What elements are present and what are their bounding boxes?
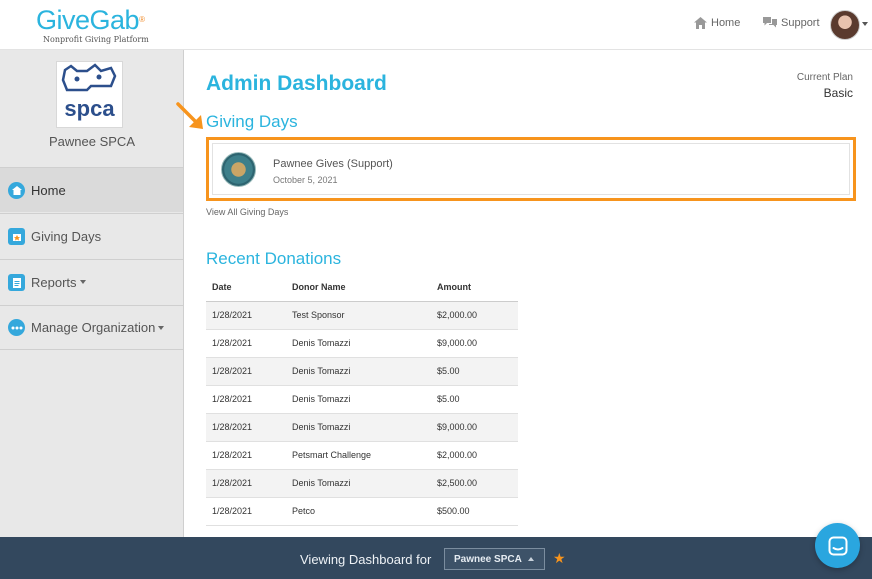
logo-tagline: Nonprofit Giving Platform bbox=[43, 35, 149, 44]
donor-name: Petsmart Challenge bbox=[286, 441, 431, 470]
logo-wordmark: GiveGab bbox=[36, 5, 140, 35]
donor-name: Denis Tomazzi bbox=[286, 385, 431, 414]
chat-launcher-button[interactable] bbox=[815, 523, 860, 568]
donation-date: 1/28/2021 bbox=[206, 385, 286, 414]
giving-day-card-highlight: Pawnee Gives (Support) October 5, 2021 bbox=[206, 137, 856, 201]
donation-amount: $9,000.00 bbox=[431, 329, 518, 358]
sidebar-item-giving-days[interactable]: Giving Days bbox=[0, 213, 183, 258]
nav-support-link[interactable]: Support bbox=[763, 17, 820, 29]
chevron-down-icon[interactable] bbox=[862, 22, 868, 26]
donation-amount: $2,000.00 bbox=[431, 301, 518, 330]
organization-select[interactable]: Pawnee SPCA bbox=[444, 548, 545, 570]
giving-day-logo bbox=[221, 152, 256, 187]
table-row: 1/28/2021 Denis Tomazzi $9,000.00 bbox=[206, 413, 518, 442]
highlight-arrow-icon bbox=[176, 102, 203, 129]
giving-day-date: October 5, 2021 bbox=[273, 175, 338, 185]
top-navbar: GiveGab® Nonprofit Giving Platform Home … bbox=[0, 0, 872, 50]
column-header-date: Date bbox=[206, 274, 286, 302]
sidebar-item-home[interactable]: Home bbox=[0, 167, 183, 212]
donation-amount: $500.00 bbox=[431, 497, 518, 526]
giving-day-card[interactable]: Pawnee Gives (Support) October 5, 2021 bbox=[212, 143, 850, 195]
star-icon[interactable]: ★ bbox=[553, 550, 566, 567]
recent-donations-heading: Recent Donations bbox=[206, 249, 342, 268]
donation-date: 1/28/2021 bbox=[206, 357, 286, 386]
donor-name: Denis Tomazzi bbox=[286, 357, 431, 386]
giving-days-heading: Giving Days bbox=[206, 112, 298, 131]
table-row: 1/28/2021 Test Sponsor $2,000.00 bbox=[206, 301, 518, 330]
donation-date: 1/28/2021 bbox=[206, 469, 286, 498]
org-logo-text: spca bbox=[64, 96, 115, 121]
chevron-down-icon bbox=[79, 280, 86, 284]
donation-date: 1/28/2021 bbox=[206, 441, 286, 470]
ellipsis-icon bbox=[8, 319, 25, 336]
page-title: Admin Dashboard bbox=[206, 72, 387, 95]
donor-name: Test Sponsor bbox=[286, 301, 431, 330]
sidebar: spca Pawnee SPCA Home Giving Days Report… bbox=[0, 50, 184, 537]
organization-select-value: Pawnee SPCA bbox=[454, 553, 522, 565]
donation-date: 1/28/2021 bbox=[206, 329, 286, 358]
sidebar-item-label: Manage Organization bbox=[31, 320, 156, 335]
nav-home-link[interactable]: Home bbox=[694, 17, 740, 29]
sidebar-item-reports[interactable]: Reports bbox=[0, 259, 183, 304]
user-avatar[interactable] bbox=[830, 10, 860, 40]
view-all-giving-days-link[interactable]: View All Giving Days bbox=[206, 207, 288, 217]
donation-amount: $2,500.00 bbox=[431, 469, 518, 498]
donation-amount: $2,000.00 bbox=[431, 441, 518, 470]
dashboard-switcher-bar: Viewing Dashboard for Pawnee SPCA ★ bbox=[0, 537, 872, 579]
giving-day-name[interactable]: Pawnee Gives (Support) bbox=[273, 158, 393, 170]
org-name: Pawnee SPCA bbox=[49, 134, 135, 149]
home-icon bbox=[8, 181, 25, 199]
donation-date: 1/28/2021 bbox=[206, 413, 286, 442]
viewing-dashboard-label: Viewing Dashboard for bbox=[300, 552, 432, 567]
table-row: 1/28/2021 Petco $500.00 bbox=[206, 497, 518, 526]
home-icon bbox=[694, 17, 707, 29]
current-plan-label: Current Plan bbox=[796, 72, 853, 83]
gift-icon bbox=[8, 227, 25, 245]
donation-date: 1/28/2021 bbox=[206, 497, 286, 526]
donor-name: Denis Tomazzi bbox=[286, 469, 431, 498]
chat-icon bbox=[828, 536, 847, 555]
chevron-down-icon bbox=[158, 325, 165, 330]
donation-amount: $9,000.00 bbox=[431, 413, 518, 442]
nav-support-label: Support bbox=[781, 17, 820, 29]
givegab-logo[interactable]: GiveGab® Nonprofit Giving Platform bbox=[36, 6, 149, 44]
donor-name: Petco bbox=[286, 497, 431, 526]
donor-name: Denis Tomazzi bbox=[286, 329, 431, 358]
table-row: 1/28/2021 Denis Tomazzi $5.00 bbox=[206, 357, 518, 386]
chat-bubbles-icon bbox=[763, 17, 777, 28]
sidebar-item-manage-organization[interactable]: Manage Organization bbox=[0, 305, 183, 350]
recent-donations-table: Date Donor Name Amount 1/28/2021 Test Sp… bbox=[206, 274, 518, 526]
column-header-amount: Amount bbox=[431, 274, 518, 302]
sidebar-item-label: Home bbox=[31, 182, 66, 198]
sidebar-item-label: Reports bbox=[31, 274, 77, 290]
clipboard-icon bbox=[8, 273, 25, 291]
table-row: 1/28/2021 Petsmart Challenge $2,000.00 bbox=[206, 441, 518, 470]
donation-amount: $5.00 bbox=[431, 385, 518, 414]
column-header-donor-name: Donor Name bbox=[286, 274, 431, 302]
donation-date: 1/28/2021 bbox=[206, 301, 286, 330]
donation-amount: $5.00 bbox=[431, 357, 518, 386]
table-header-row: Date Donor Name Amount bbox=[206, 274, 518, 302]
current-plan-value: Basic bbox=[823, 86, 853, 100]
sidebar-item-label: Giving Days bbox=[31, 228, 102, 244]
table-row: 1/28/2021 Denis Tomazzi $2,500.00 bbox=[206, 469, 518, 498]
table-row: 1/28/2021 Denis Tomazzi $9,000.00 bbox=[206, 329, 518, 358]
table-row: 1/28/2021 Denis Tomazzi $5.00 bbox=[206, 385, 518, 414]
nav-home-label: Home bbox=[711, 17, 741, 29]
donor-name: Denis Tomazzi bbox=[286, 413, 431, 442]
chevron-up-icon bbox=[527, 557, 534, 561]
org-logo: spca bbox=[56, 61, 123, 128]
